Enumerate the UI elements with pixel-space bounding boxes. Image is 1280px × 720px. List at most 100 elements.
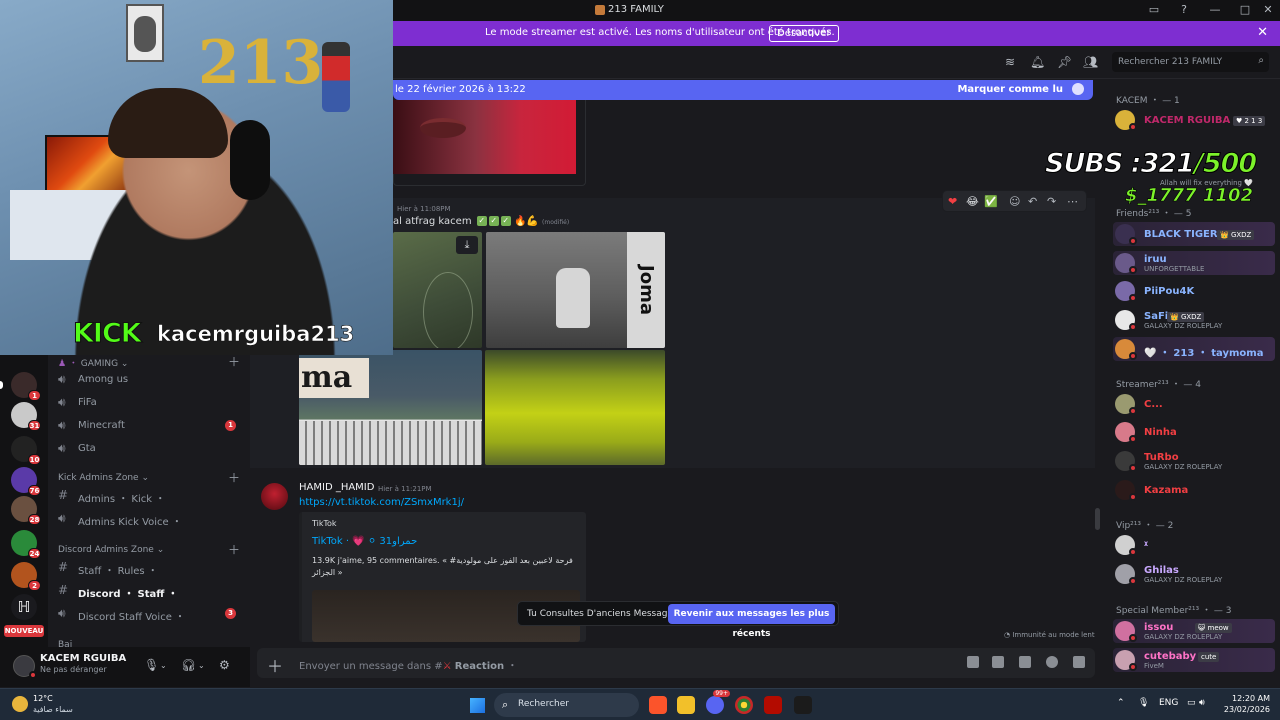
microphone-icon[interactable]: 🎙︎ <box>1138 698 1149 708</box>
member-item[interactable]: 🤍 ・ 213 ・ taymoma <box>1113 337 1275 361</box>
gift-icon[interactable] <box>967 656 979 668</box>
members-icon[interactable]: 👥︎ <box>1083 55 1098 69</box>
embedded-image[interactable] <box>393 100 576 174</box>
member-item[interactable]: cutebaby cute FiveM <box>1113 648 1275 672</box>
brave-icon[interactable] <box>649 696 667 714</box>
member-item[interactable]: BLACK TIGER 👑 GXDZ <box>1113 222 1275 246</box>
member-item[interactable]: iruu UNFORGETTABLE <box>1113 251 1275 275</box>
emoji-icon[interactable] <box>1046 656 1058 668</box>
member-item[interactable]: Kazama <box>1113 478 1275 502</box>
weather-icon[interactable] <box>12 696 28 712</box>
new-messages-bar[interactable]: le 22 février 2026 à 13:22 Marquer comme… <box>393 80 1093 100</box>
chevron-down-icon[interactable]: ⌄ <box>160 661 167 670</box>
forward-icon[interactable]: ↷ <box>1047 195 1056 208</box>
inbox-icon[interactable]: ▭ <box>1147 3 1161 17</box>
member-item[interactable]: PiiPou4K <box>1113 279 1275 303</box>
member-item[interactable]: ᵡ <box>1113 533 1275 557</box>
mark-read-button[interactable]: Marquer comme lu <box>957 84 1063 95</box>
member-item[interactable]: C... <box>1113 392 1275 416</box>
windows-start-icon[interactable] <box>470 698 485 713</box>
bell-icon[interactable]: 🔔︎ <box>1030 55 1045 69</box>
channel-item[interactable]: # Staff ・ Rules ・ <box>58 558 244 578</box>
chrome-icon[interactable] <box>735 696 753 714</box>
attachment-image[interactable]: ma <box>299 350 482 465</box>
attachment-image[interactable] <box>485 350 665 465</box>
server-icon[interactable]: 24 <box>11 530 41 559</box>
gear-icon[interactable]: ⚙ <box>219 658 230 672</box>
message-composer[interactable]: ＋ Envoyer un message dans #⚔︎ Reaction ・ <box>257 648 1095 678</box>
category-gaming[interactable]: ♟ ・ GAMING ⌄ <box>58 356 128 369</box>
joy-reaction-button[interactable]: 😂 <box>966 195 979 208</box>
server-icon[interactable]: 2 <box>11 562 41 591</box>
jump-to-present-button[interactable]: Revenir aux messages les plus récents <box>668 604 835 639</box>
server-icon[interactable]: 28 <box>11 496 41 525</box>
channel-label: Gta <box>78 443 96 454</box>
help-icon[interactable]: ? <box>1177 3 1191 17</box>
apps-icon[interactable] <box>1073 656 1085 668</box>
clock-time[interactable]: 12:20 AM <box>1226 694 1270 703</box>
clock-date[interactable]: 23/02/2026 <box>1216 705 1270 714</box>
taskbar-search[interactable]: ⌕ Rechercher <box>494 693 639 717</box>
threads-icon[interactable]: ≋ <box>1003 55 1017 69</box>
channel-item[interactable]: # Discord ・ Staff ・ <box>58 581 244 601</box>
file-explorer-icon[interactable] <box>677 696 695 714</box>
add-channel-icon[interactable]: ＋ <box>228 541 240 558</box>
channel-item[interactable]: 🔊︎ Minecraft 1 <box>58 416 244 436</box>
member-item[interactable]: KACEM RGUIBA ♥ 2 1 3 <box>1113 108 1275 132</box>
heart-reaction-button[interactable]: ❤ <box>948 195 957 208</box>
microphone-icon[interactable]: 🎙︎ <box>144 658 159 672</box>
language-indicator[interactable]: ENG <box>1159 698 1178 708</box>
upload-plus-icon[interactable]: ＋ <box>267 653 283 677</box>
channel-item[interactable]: 🔊︎ Gta <box>58 439 244 459</box>
channel-item[interactable]: 🔊︎ Admins Kick Voice ・ <box>58 509 244 529</box>
close-icon[interactable]: ✕ <box>1257 25 1268 40</box>
channel-item[interactable]: # Admins ・ Kick ・ <box>58 486 244 506</box>
network-icon[interactable]: ▭ <box>1187 698 1196 708</box>
add-reaction-icon[interactable]: ☺ <box>1009 195 1020 208</box>
channel-item[interactable]: 🔊︎ Discord Staff Voice ・ 3 <box>58 604 244 624</box>
server-icon[interactable]: 10 <box>11 436 41 465</box>
volume-icon[interactable]: 🔊︎ <box>1199 698 1205 708</box>
chevron-down-icon[interactable]: ⌄ <box>198 661 205 670</box>
acrobat-icon[interactable] <box>764 696 782 714</box>
maximize-button[interactable]: □ <box>1238 3 1252 17</box>
add-channel-icon[interactable]: ＋ <box>228 353 240 370</box>
reply-icon[interactable]: ↶ <box>1028 195 1037 208</box>
category-truncated[interactable]: Bai <box>58 640 72 647</box>
server-icon[interactable]: 76 <box>11 467 41 496</box>
server-icon[interactable]: 31 <box>11 402 41 431</box>
server-icon[interactable]: ℍ <box>11 594 37 620</box>
message-author[interactable]: HAMID _HAMID <box>299 482 374 493</box>
member-item[interactable]: Ninha <box>1113 420 1275 444</box>
minimize-button[interactable]: — <box>1208 3 1222 17</box>
message-link[interactable]: https://vt.tiktok.com/ZSmxMrk1j/ <box>299 497 464 508</box>
channel-item[interactable]: 🔊︎ FiFa <box>58 393 244 413</box>
member-item[interactable]: SaFi 👑 GXDZ GALAXY DZ ROLEPLAY <box>1113 308 1275 332</box>
discord-icon[interactable]: 99+ <box>706 690 730 714</box>
member-item[interactable]: TuRbo GALAXY DZ ROLEPLAY <box>1113 449 1275 473</box>
avatar[interactable] <box>261 483 288 510</box>
app-icon[interactable] <box>794 696 812 714</box>
server-icon[interactable]: 1 <box>11 372 41 401</box>
user-name[interactable]: KACEM RGUIBA <box>40 653 126 664</box>
check-reaction-button[interactable]: ✅ <box>984 195 998 208</box>
embed-title[interactable]: TikTok · 💗 ⚪ حمراو31 <box>312 536 417 547</box>
gif-icon[interactable] <box>992 656 1004 668</box>
pin-icon[interactable]: 📌︎ <box>1057 55 1072 69</box>
scrollbar[interactable] <box>1095 508 1100 530</box>
category-discord[interactable]: Discord Admins Zone ⌄ <box>58 545 164 555</box>
more-icon[interactable]: ⋯ <box>1067 195 1078 208</box>
chevron-up-icon[interactable]: ⌃ <box>1117 698 1125 708</box>
add-channel-icon[interactable]: ＋ <box>228 469 240 486</box>
member-item[interactable]: Ghilas GALAXY DZ ROLEPLAY <box>1113 562 1275 586</box>
attachment-image[interactable]: Joma <box>486 232 665 348</box>
channel-item[interactable]: 🔊︎ Among us <box>58 370 244 390</box>
disable-streamer-button[interactable]: Désactiver <box>769 25 839 42</box>
category-kick[interactable]: Kick Admins Zone ⌄ <box>58 473 149 483</box>
close-window-button[interactable]: ✕ <box>1261 3 1275 17</box>
download-icon[interactable]: ⤓ <box>456 236 478 254</box>
member-item[interactable]: issou 😺 meow GALAXY DZ ROLEPLAY <box>1113 619 1275 643</box>
headphones-icon[interactable]: 🎧︎ <box>181 658 196 672</box>
search-input[interactable]: Rechercher 213 FAMILY ⌕ <box>1112 52 1269 72</box>
sticker-icon[interactable] <box>1019 656 1031 668</box>
